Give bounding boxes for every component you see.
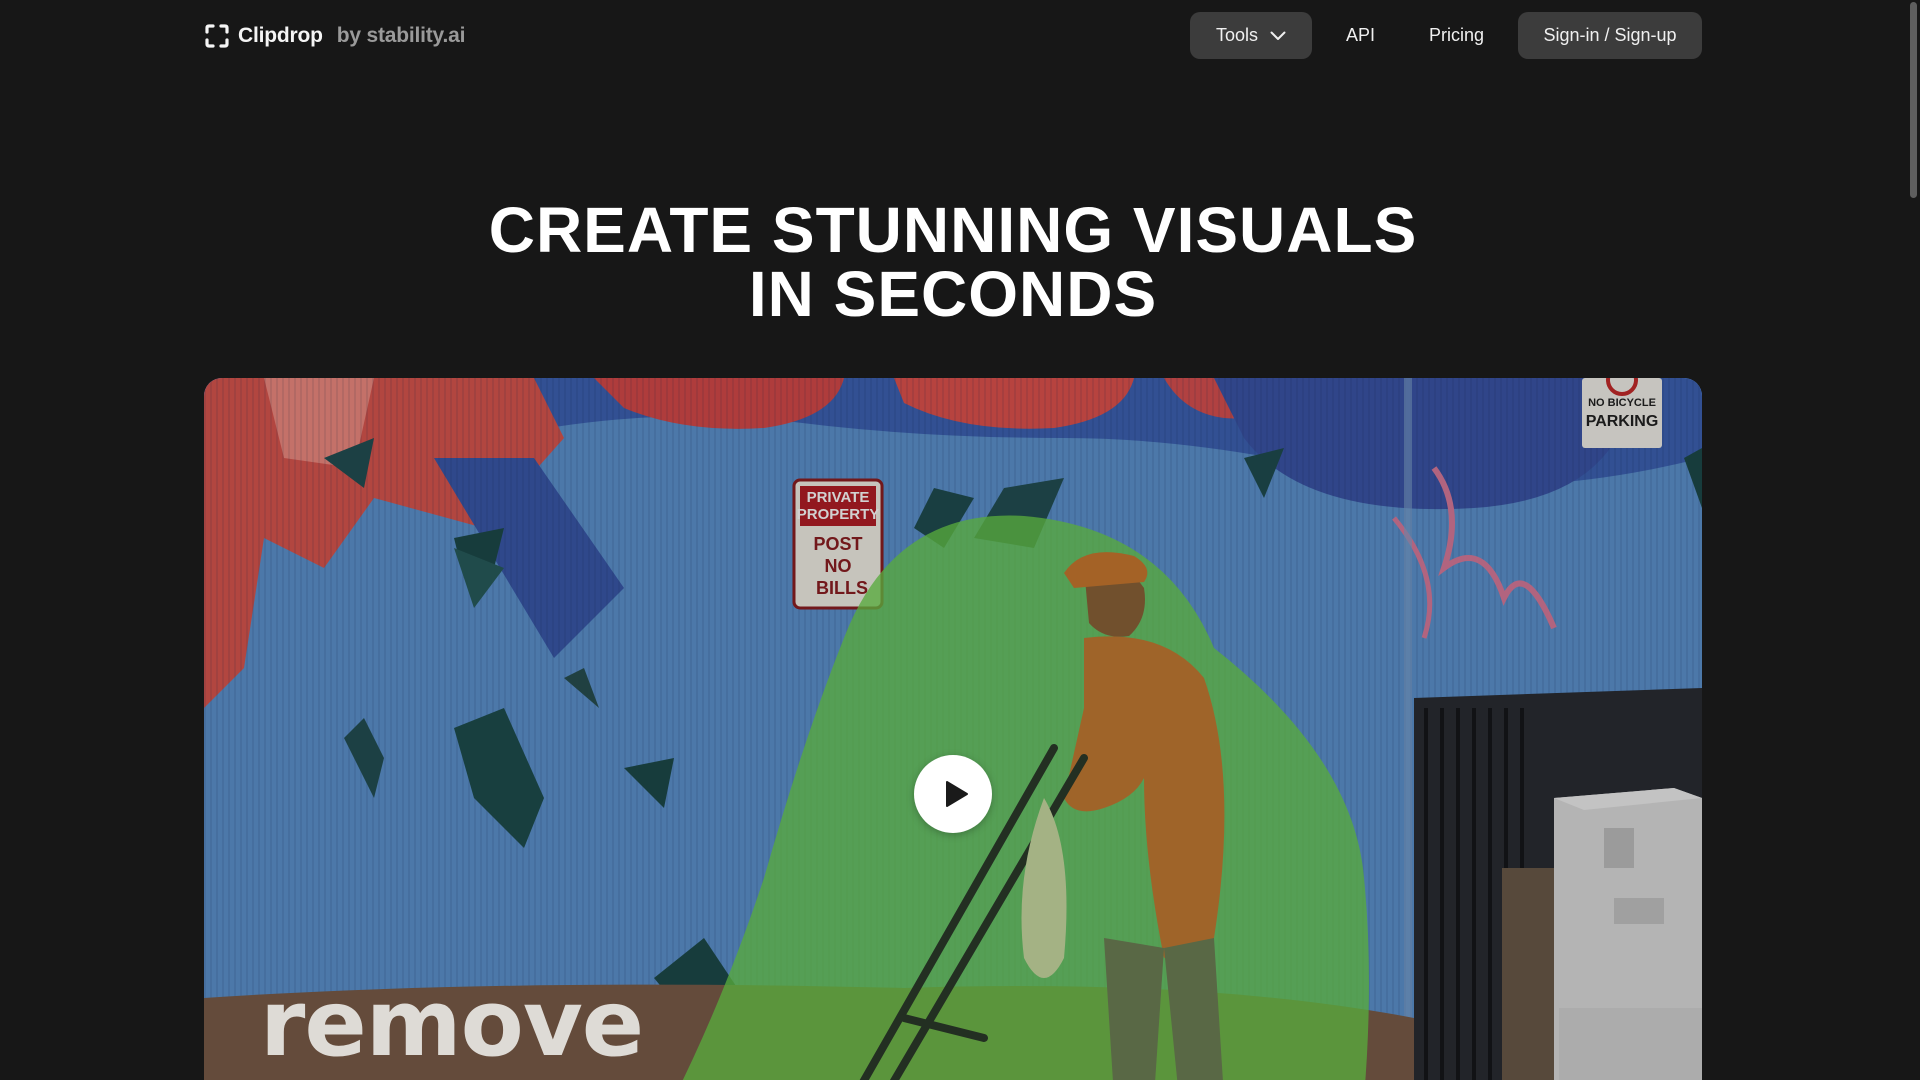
sign-private-line-5: BILLS bbox=[816, 578, 868, 598]
sign-private-line-2: PROPERTY bbox=[797, 506, 880, 523]
sign-private-line-3: POST bbox=[813, 534, 862, 554]
signin-signup-button[interactable]: Sign-in / Sign-up bbox=[1518, 12, 1702, 59]
tools-dropdown-button[interactable]: Tools bbox=[1189, 12, 1312, 59]
page: Clipdrop by stability.ai Tools API Prici… bbox=[0, 0, 1920, 1080]
play-button[interactable] bbox=[914, 755, 992, 833]
hero-title-line-1: CREATE STUNNING VISUALS bbox=[488, 194, 1418, 266]
tools-label: Tools bbox=[1215, 25, 1258, 45]
site-header: Clipdrop by stability.ai Tools API Prici… bbox=[204, 12, 1702, 59]
page-scrollbar[interactable] bbox=[1906, 0, 1920, 1080]
sign-parking-line-2: PARKING bbox=[1586, 413, 1659, 430]
play-icon bbox=[945, 781, 968, 807]
clipdrop-logo-icon bbox=[205, 23, 229, 48]
pricing-link[interactable]: Pricing bbox=[1405, 12, 1508, 59]
sign-private-line-4: NO bbox=[825, 556, 852, 576]
video-caption: remove bbox=[260, 970, 644, 1077]
scrollbar-thumb[interactable] bbox=[1910, 2, 1917, 198]
hero-title-line-2: IN SECONDS bbox=[748, 258, 1158, 330]
hero-video[interactable]: PRIVATE PROPERTY POST NO BILLS NO BICYCL… bbox=[204, 378, 1702, 1080]
sign-parking-line-1: NO BICYCLE bbox=[1588, 397, 1656, 409]
chevron-down-icon bbox=[1270, 31, 1286, 40]
brand-name: Clipdrop bbox=[238, 23, 323, 47]
sign-private-line-1: PRIVATE bbox=[807, 489, 870, 506]
main-nav: Tools API Pricing Sign-in / Sign-up bbox=[1189, 12, 1702, 59]
brand-byline: by stability.ai bbox=[336, 23, 466, 47]
hero-title: CREATE STUNNING VISUALS IN SECONDS bbox=[0, 198, 1906, 326]
api-link[interactable]: API bbox=[1322, 12, 1399, 59]
brand-logo-link[interactable]: Clipdrop by stability.ai bbox=[204, 23, 465, 49]
